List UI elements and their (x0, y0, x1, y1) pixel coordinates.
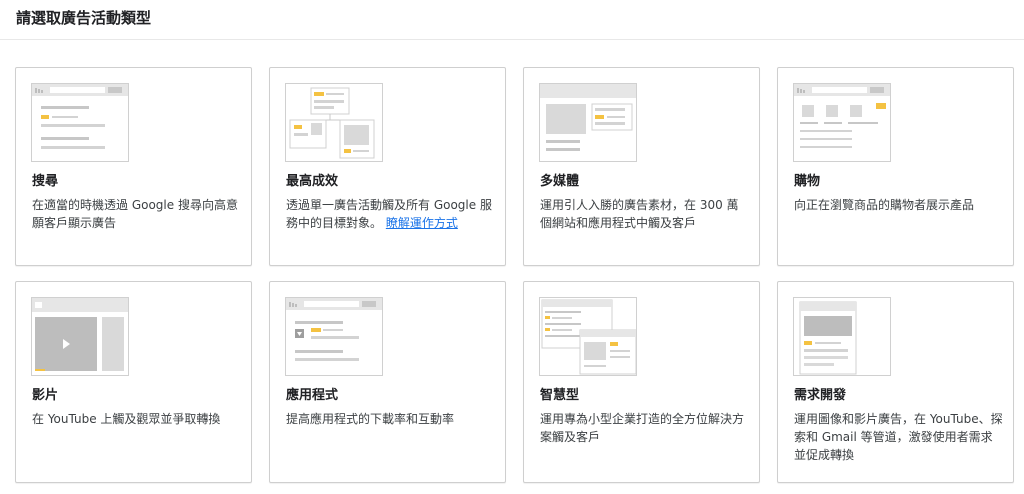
card-title: 多媒體 (540, 174, 580, 189)
page-title: 請選取廣告活動類型 (16, 9, 152, 27)
campaign-card-search[interactable]: 搜尋 在適當的時機透過 Google 搜尋向高意願客戶顯示廣告 (15, 67, 252, 266)
card-description: 向正在瀏覽商品的購物者展示產品 (794, 198, 975, 212)
campaign-card-shopping[interactable]: 購物 向正在瀏覽商品的購物者展示產品 (777, 67, 1014, 266)
smart-thumbnail-icon (539, 297, 637, 376)
app-thumbnail-icon (285, 297, 383, 376)
video-thumbnail-icon (31, 297, 129, 376)
display-thumbnail-icon (539, 83, 637, 162)
search-thumbnail-icon (31, 83, 129, 162)
shopping-thumbnail-icon (793, 83, 891, 162)
card-title: 智慧型 (540, 388, 580, 403)
card-description: 在適當的時機透過 Google 搜尋向高意願客戶顯示廣告 (32, 198, 238, 230)
card-title: 應用程式 (286, 388, 339, 403)
card-title: 搜尋 (32, 174, 59, 189)
card-description: 運用引人入勝的廣告素材，在 300 萬個網站和應用程式中觸及客戶 (540, 198, 739, 230)
campaign-card-video[interactable]: 影片 在 YouTube 上觸及觀眾並爭取轉換 (15, 281, 252, 483)
card-title: 需求開發 (794, 388, 847, 403)
card-description: 提高應用程式的下載率和互動率 (286, 412, 455, 426)
campaign-card-app[interactable]: 應用程式 提高應用程式的下載率和互動率 (269, 281, 506, 483)
card-title: 購物 (794, 174, 821, 189)
card-title: 最高成效 (286, 174, 339, 189)
campaign-card-smart[interactable]: 智慧型 運用專為小型企業打造的全方位解決方案觸及客戶 (523, 281, 760, 483)
page-header: 請選取廣告活動類型 (0, 0, 1024, 40)
card-description: 透過單一廣告活動觸及所有 Google 服務中的目標對象。 瞭解運作方式 (286, 196, 495, 232)
campaign-card-demand-gen[interactable]: 需求開發 運用圖像和影片廣告，在 YouTube、探索和 Gmail 等管道，激… (777, 281, 1014, 483)
demand-gen-thumbnail-icon (793, 297, 891, 376)
performance-max-thumbnail-icon (285, 83, 383, 162)
card-description: 運用專為小型企業打造的全方位解決方案觸及客戶 (540, 412, 745, 444)
campaign-card-performance-max[interactable]: 最高成效 透過單一廣告活動觸及所有 Google 服務中的目標對象。 瞭解運作方… (269, 67, 506, 266)
learn-how-it-works-link[interactable]: 瞭解運作方式 (386, 216, 458, 230)
card-description: 在 YouTube 上觸及觀眾並爭取轉換 (32, 412, 221, 426)
campaign-card-display[interactable]: 多媒體 運用引人入勝的廣告素材，在 300 萬個網站和應用程式中觸及客戶 (523, 67, 760, 266)
card-description: 運用圖像和影片廣告，在 YouTube、探索和 Gmail 等管道，激發使用者需… (794, 412, 1003, 462)
card-title: 影片 (32, 388, 59, 403)
